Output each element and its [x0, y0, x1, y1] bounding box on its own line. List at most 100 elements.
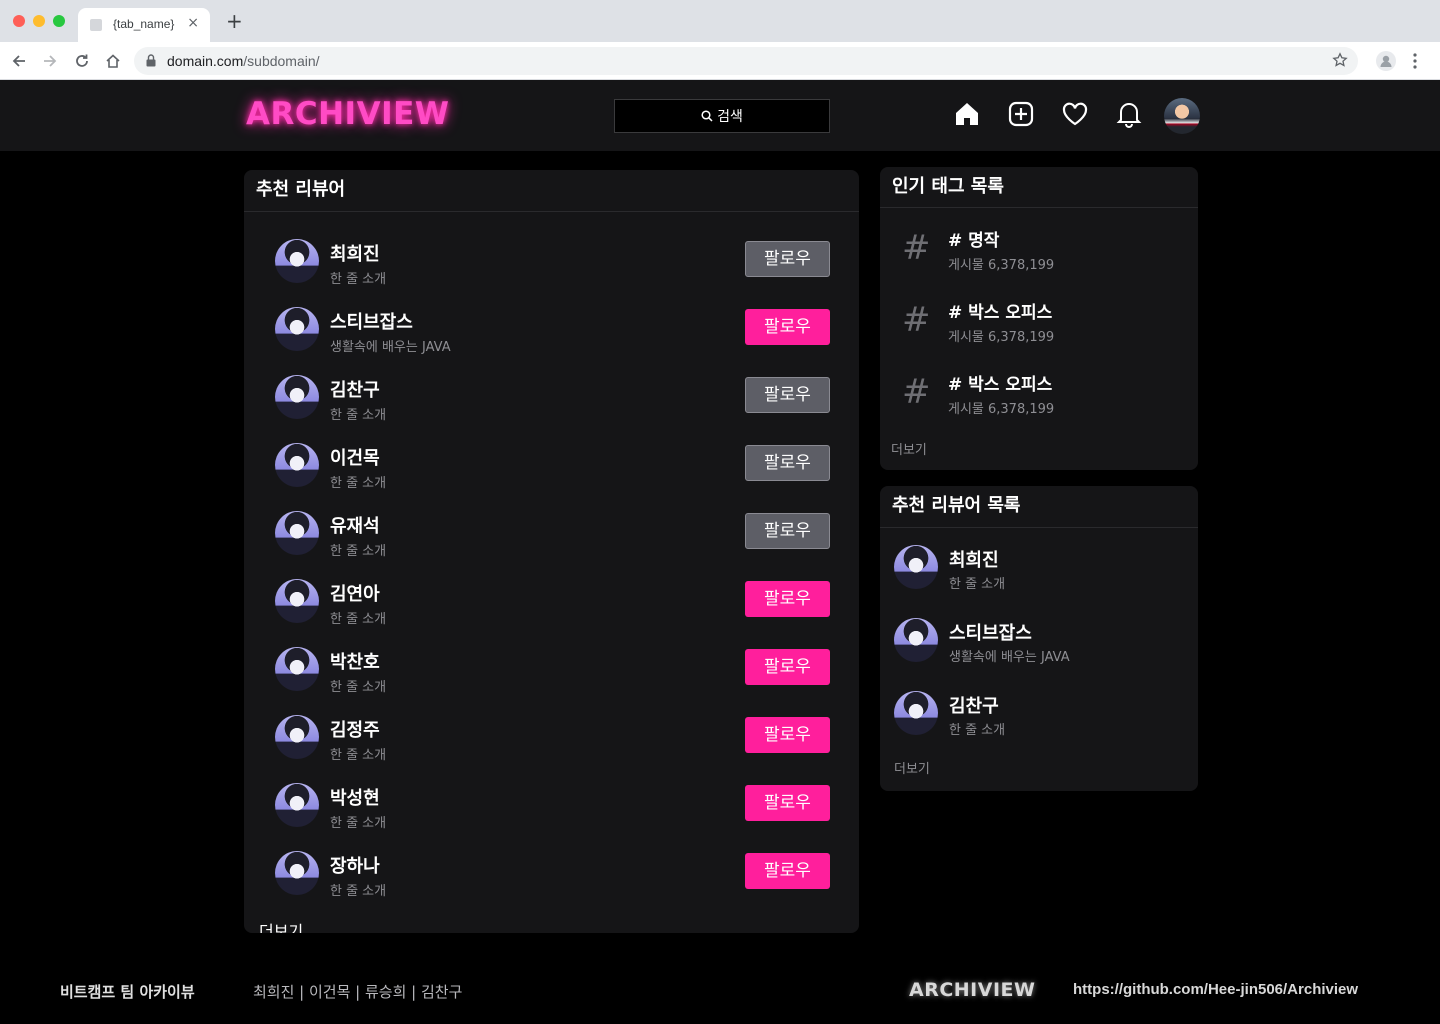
address-bar[interactable]: domain.com/subdomain/ [134, 47, 1358, 75]
avatar[interactable] [275, 307, 319, 351]
add-post-icon[interactable] [1007, 100, 1035, 128]
list-item: 박성현한 줄 소개 팔로우 [244, 776, 858, 844]
avatar[interactable] [275, 579, 319, 623]
list-item: 장하나한 줄 소개 팔로우 [244, 844, 858, 912]
search-icon [701, 110, 713, 122]
site-header: ARCHIVIEW 검색 [0, 80, 1440, 151]
reviewer-description: 한 줄 소개 [330, 408, 387, 423]
follow-button[interactable]: 팔로우 [745, 785, 830, 821]
url-text: domain.com/subdomain/ [167, 53, 320, 69]
reviewer-name[interactable]: 스티브잡스 [330, 308, 413, 334]
tab-close-icon[interactable]: × [187, 15, 199, 31]
avatar[interactable] [275, 851, 319, 895]
site-logo[interactable]: ARCHIVIEW [246, 96, 450, 132]
reviewer-name[interactable]: 김정주 [330, 716, 380, 742]
reviewer-name[interactable]: 김찬구 [949, 692, 999, 718]
reviewer-description: 생활속에 배우는 JAVA [330, 340, 451, 355]
more-link[interactable]: 더보기 [894, 758, 930, 777]
reviewer-name[interactable]: 박찬호 [330, 648, 380, 674]
browser-tab-strip: {tab_name} × + [0, 0, 1440, 42]
list-item: 이건목 한 줄 소개 팔로우 [244, 436, 858, 504]
follow-button[interactable]: 팔로우 [745, 649, 830, 685]
forward-arrow-icon[interactable] [40, 51, 60, 71]
avatar[interactable] [894, 545, 938, 589]
tag-name[interactable]: # 박스 오피스 [948, 298, 1052, 323]
avatar[interactable] [275, 443, 319, 487]
avatar[interactable] [275, 375, 319, 419]
list-item: 김정주 한 줄 소개 팔로우 [244, 708, 858, 776]
hashtag-icon: # [902, 372, 931, 412]
close-window-button[interactable] [13, 15, 25, 27]
browser-tab[interactable]: {tab_name} × [78, 8, 210, 42]
bell-icon[interactable] [1115, 100, 1143, 128]
reviewer-name[interactable]: 김찬구 [330, 376, 380, 402]
follow-button[interactable]: 팔로우 [745, 377, 830, 413]
reviewer-name[interactable]: 유재석 [330, 512, 380, 538]
hashtag-icon: # [902, 228, 931, 268]
back-arrow-icon[interactable] [9, 51, 29, 71]
tag-name[interactable]: # 명작 [948, 226, 999, 251]
new-tab-button[interactable]: + [226, 11, 243, 31]
avatar[interactable] [894, 691, 938, 735]
list-item: 최희진 한 줄 소개 팔로우 [244, 232, 858, 300]
avatar[interactable] [275, 239, 319, 283]
list-item: 스티브잡스생활속에 배우는 JAVA 팔로우 [244, 300, 858, 368]
follow-button[interactable]: 팔로우 [745, 717, 830, 753]
minimize-window-button[interactable] [33, 15, 45, 27]
search-input[interactable]: 검색 [614, 99, 830, 133]
heart-icon[interactable] [1061, 100, 1089, 128]
browser-toolbar: domain.com/subdomain/ [0, 42, 1440, 80]
panel-title: 추천 리뷰어 목록 [880, 486, 1198, 528]
reviewer-name[interactable]: 김연아 [330, 580, 380, 606]
avatar[interactable] [894, 618, 938, 662]
list-item: 최희진 한 줄 소개 [880, 540, 1198, 612]
home-icon[interactable] [103, 51, 123, 71]
bookmark-star-icon[interactable] [1332, 52, 1348, 68]
tag-item[interactable]: # # 명작게시물 6,378,199 [880, 220, 1198, 292]
more-link[interactable]: 더보기 [891, 439, 927, 458]
reviewer-description: 한 줄 소개 [330, 816, 387, 831]
list-item: 김찬구한 줄 소개 팔로우 [244, 368, 858, 436]
list-item: 박찬호 한 줄 소개 팔로우 [244, 640, 858, 708]
browser-profile-icon[interactable] [1376, 51, 1396, 71]
reviewer-description: 생활속에 배우는 JAVA [949, 650, 1070, 665]
popular-tags-panel: 인기 태그 목록 # # 명작 게시물 6,378,199 # # 박스 오피스 게시물 … [880, 167, 1198, 470]
reviewer-description: 한 줄 소개 [330, 884, 387, 899]
tab-title: {tab_name} [113, 17, 175, 31]
github-link[interactable]: https://github.com/Hee-jin506/Archiview [1073, 981, 1358, 998]
reviewer-description: 한 줄 소개 [949, 723, 1006, 738]
tag-item[interactable]: # # 박스 오피스게시물 6,378,199 [880, 364, 1198, 436]
follow-button[interactable]: 팔로우 [745, 853, 830, 889]
reviewer-name[interactable]: 박성현 [330, 784, 380, 810]
reviewer-name[interactable]: 장하나 [330, 852, 380, 878]
tag-post-count: 게시물 6,378,199 [948, 258, 1055, 273]
list-item: 김연아 한 줄 소개 팔로우 [244, 572, 858, 640]
more-link[interactable]: 더보기 [259, 918, 303, 933]
tag-item[interactable]: # # 박스 오피스 게시물 6,378,199 [880, 292, 1198, 364]
reviewer-name[interactable]: 최희진 [330, 240, 380, 266]
reload-icon[interactable] [72, 51, 92, 71]
list-item: 유재석 한 줄 소개 팔로우 [244, 504, 858, 572]
tag-post-count: 게시물 6,378,199 [948, 402, 1055, 417]
home-icon[interactable] [953, 100, 981, 128]
follow-button[interactable]: 팔로우 [745, 445, 830, 481]
avatar[interactable] [275, 715, 319, 759]
reviewer-name[interactable]: 스티브잡스 [949, 619, 1032, 645]
footer-logo: ARCHIVIEW [909, 979, 1036, 1001]
reviewer-name[interactable]: 이건목 [330, 444, 380, 470]
follow-button[interactable]: 팔로우 [745, 513, 830, 549]
browser-menu-icon[interactable] [1412, 52, 1418, 74]
list-item: 스티브잡스생활속에 배우는 JAVA [880, 613, 1198, 685]
avatar[interactable] [275, 511, 319, 555]
maximize-window-button[interactable] [53, 15, 65, 27]
tag-post-count: 게시물 6,378,199 [948, 330, 1055, 345]
list-item: 김찬구한 줄 소개 [880, 686, 1198, 758]
reviewer-name[interactable]: 최희진 [949, 546, 999, 572]
tag-name[interactable]: # 박스 오피스 [948, 370, 1052, 395]
avatar[interactable] [275, 783, 319, 827]
follow-button[interactable]: 팔로우 [745, 241, 830, 277]
user-avatar[interactable] [1164, 98, 1200, 134]
avatar[interactable] [275, 647, 319, 691]
follow-button[interactable]: 팔로우 [745, 581, 830, 617]
follow-button[interactable]: 팔로우 [745, 309, 830, 345]
